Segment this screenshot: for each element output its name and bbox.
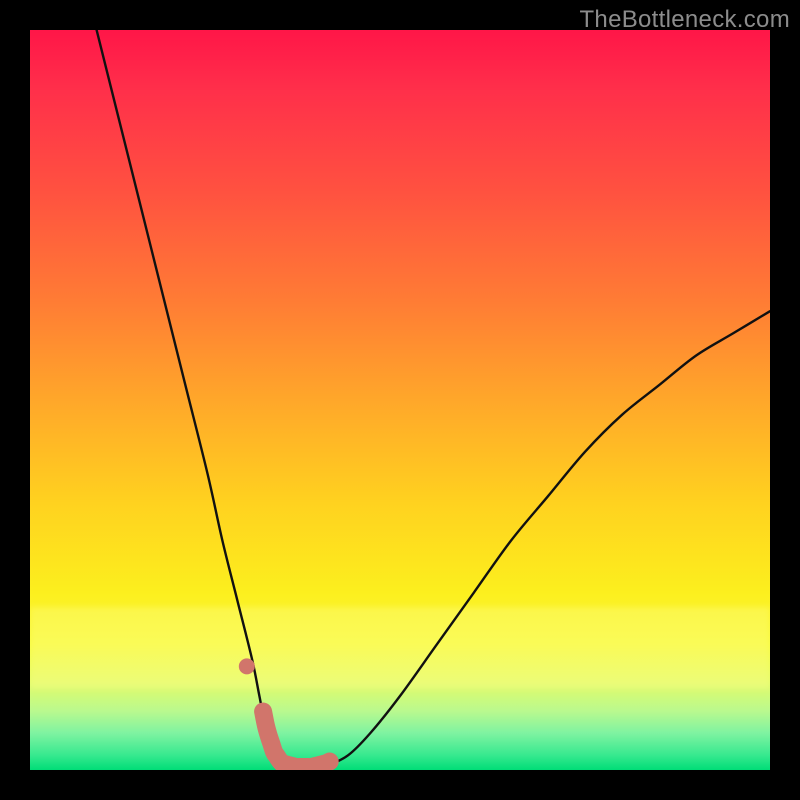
curve-layer — [30, 30, 770, 770]
chart-frame: TheBottleneck.com — [0, 0, 800, 800]
plot-area — [30, 30, 770, 770]
marker-dot — [239, 658, 255, 674]
bottleneck-curve — [97, 30, 770, 770]
optimal-range-marker — [263, 712, 330, 768]
